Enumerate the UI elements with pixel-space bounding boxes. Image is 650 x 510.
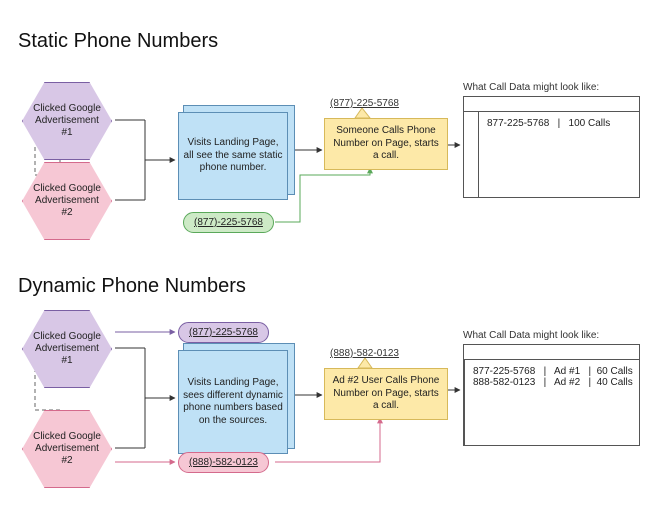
title-static: Static Phone Numbers xyxy=(18,30,218,53)
note-phone-dynamic: (888)-582-0123 xyxy=(330,348,399,359)
note-static-text: Someone Calls Phone Number on Page, star… xyxy=(331,125,441,163)
data-box-dynamic: 877-225-5768 | Ad #1 | 60 Calls 888-582-… xyxy=(463,344,640,446)
hex-ad2-dynamic-label: Clicked Google Advertisement #2 xyxy=(22,431,112,467)
note-static: Someone Calls Phone Number on Page, star… xyxy=(324,118,448,170)
card-landing-dynamic-text: Visits Landing Page, sees different dyna… xyxy=(183,377,283,427)
note-dynamic-text: Ad #2 User Calls Phone Number on Page, s… xyxy=(331,375,441,413)
pill-phone-static: (877)-225-5768 xyxy=(183,212,274,233)
data-rows-static: 877-225-5768 | 100 Calls xyxy=(479,112,618,198)
data-title-dynamic: What Call Data might look like: xyxy=(463,330,599,341)
card-landing-static-text: Visits Landing Page, all see the same st… xyxy=(183,137,283,175)
hex-ad2-dynamic: Clicked Google Advertisement #2 xyxy=(22,410,112,488)
hex-ad1-dynamic: Clicked Google Advertisement #1 xyxy=(22,310,112,388)
hex-ad1-static-label: Clicked Google Advertisement #1 xyxy=(22,103,112,139)
data-box-static: 877-225-5768 | 100 Calls xyxy=(463,96,640,198)
hex-ad2-static: Clicked Google Advertisement #2 xyxy=(22,162,112,240)
note-dynamic: Ad #2 User Calls Phone Number on Page, s… xyxy=(324,368,448,420)
pill-phone-dynamic-top: (877)-225-5768 xyxy=(178,322,269,343)
pill-phone-dynamic-bottom: (888)-582-0123 xyxy=(178,452,269,473)
card-landing-dynamic: Visits Landing Page, sees different dyna… xyxy=(178,350,288,454)
hex-ad1-dynamic-label: Clicked Google Advertisement #1 xyxy=(22,331,112,367)
data-title-static: What Call Data might look like: xyxy=(463,82,599,93)
note-phone-static: (877)-225-5768 xyxy=(330,98,399,109)
card-landing-static: Visits Landing Page, all see the same st… xyxy=(178,112,288,200)
title-dynamic: Dynamic Phone Numbers xyxy=(18,275,246,298)
hex-ad1-static: Clicked Google Advertisement #1 xyxy=(22,82,112,160)
data-rows-dynamic: 877-225-5768 | Ad #1 | 60 Calls 888-582-… xyxy=(465,360,641,446)
hex-ad2-static-label: Clicked Google Advertisement #2 xyxy=(22,183,112,219)
